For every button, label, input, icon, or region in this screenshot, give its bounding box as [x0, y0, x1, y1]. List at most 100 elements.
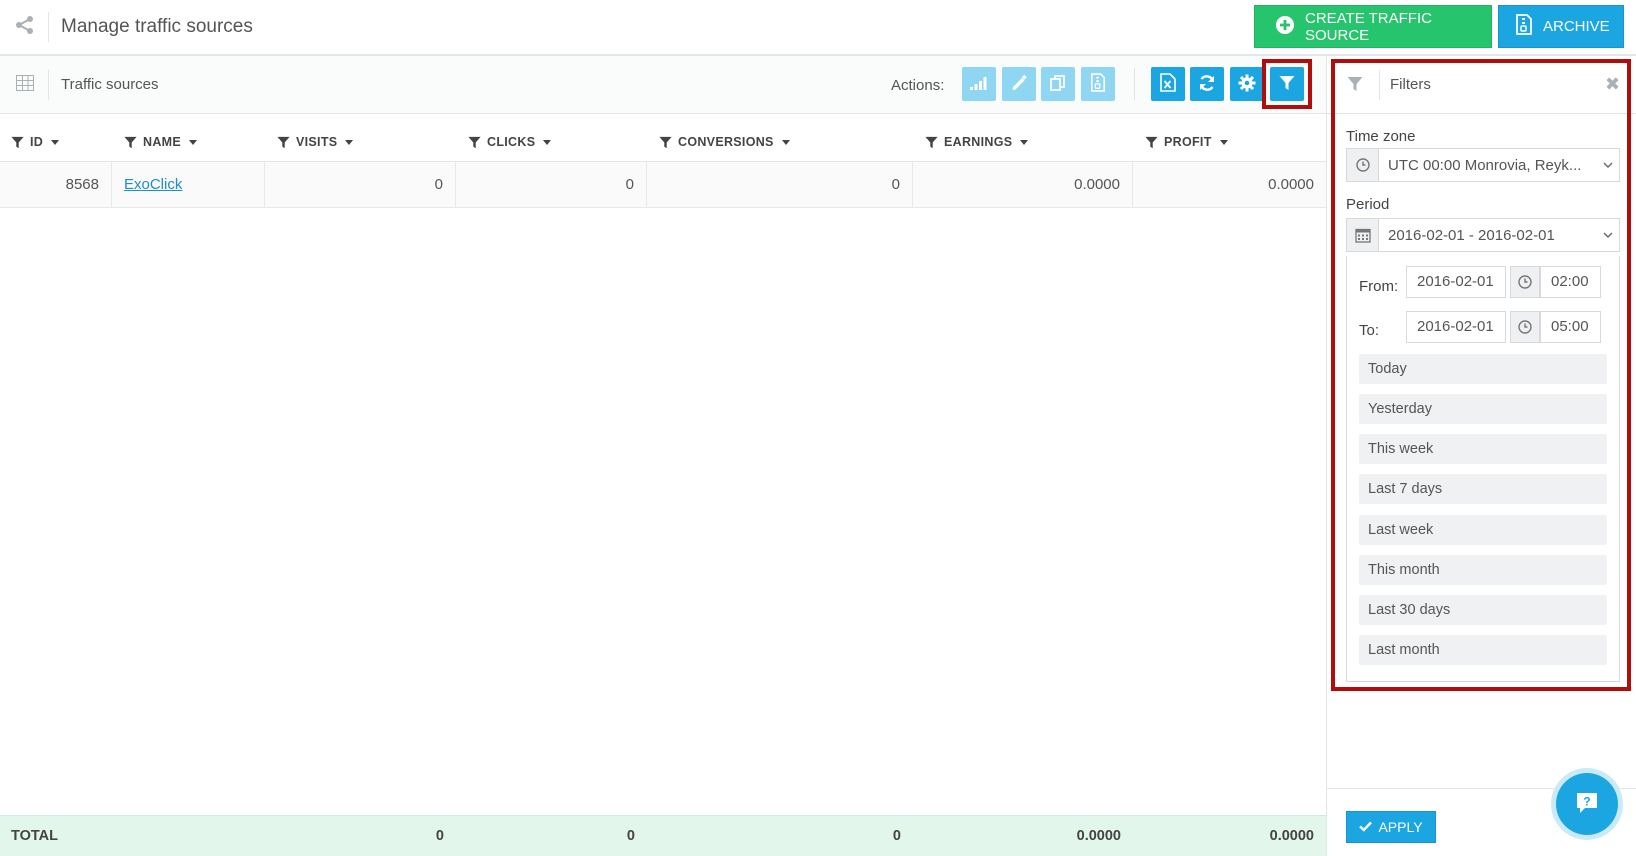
toolbar-title: Traffic sources [61, 76, 159, 93]
funnel-icon [1279, 75, 1295, 94]
cell-clicks: 0 [456, 162, 647, 208]
preset-today[interactable]: Today [1359, 354, 1607, 384]
funnel-icon [1347, 76, 1363, 95]
apply-button[interactable]: APPLY [1346, 811, 1436, 843]
filters-panel-header: Filters ✖ [1327, 56, 1636, 114]
preset-this-month[interactable]: This month [1359, 555, 1607, 585]
to-time-input[interactable]: 05:00 [1540, 311, 1601, 343]
total-row: TOTAL 0 0 0 0.0000 0.0000 [0, 815, 1326, 856]
archive-button[interactable]: ARCHIVE [1498, 5, 1624, 48]
sort-caret-icon [345, 139, 354, 145]
sort-caret-icon [781, 139, 790, 145]
column-header-visits[interactable]: VISITS [277, 135, 354, 149]
timezone-value: UTC 00:00 Monrovia, Reyk... [1388, 156, 1582, 174]
preset-last-week[interactable]: Last week [1359, 515, 1607, 545]
preset-this-week[interactable]: This week [1359, 434, 1607, 464]
column-header-label: CLICKS [487, 135, 536, 149]
column-header-profit[interactable]: PROFIT [1145, 135, 1228, 149]
edit-button[interactable] [1002, 67, 1036, 101]
export-excel-button[interactable] [1151, 67, 1185, 101]
column-header-label: ID [30, 135, 44, 149]
period-select[interactable]: 2016-02-01 - 2016-02-01 [1346, 218, 1620, 252]
from-time-input[interactable]: 02:00 [1540, 266, 1601, 298]
chevron-down-icon [1597, 232, 1619, 238]
period-dropdown: From: 2016-02-01 02:00 To: 2016-02-01 05… [1346, 256, 1620, 682]
filters-panel: Filters ✖ Time zone UTC 00:00 Monrovia, … [1326, 56, 1636, 856]
close-icon[interactable]: ✖ [1605, 74, 1620, 95]
archive-file-icon [1090, 73, 1106, 95]
column-header-name[interactable]: NAME [124, 135, 198, 149]
create-traffic-source-button[interactable]: CREATE TRAFFIC SOURCE [1254, 5, 1492, 48]
cell-visits: 0 [265, 162, 456, 208]
header-divider [48, 12, 49, 42]
total-clicks: 0 [626, 828, 635, 844]
table-row[interactable]: 8568 ExoClick 0 0 0 0.0000 0.0000 [0, 162, 1326, 208]
table-grid-icon [16, 75, 34, 94]
column-header-label: NAME [143, 135, 182, 149]
preset-last-7-days[interactable]: Last 7 days [1359, 474, 1607, 504]
filter-toggle-button[interactable] [1270, 67, 1304, 101]
column-header-clicks[interactable]: CLICKS [468, 135, 552, 149]
top-header: Manage traffic sources CREATE TRAFFIC SO… [0, 0, 1636, 56]
share-icon [14, 14, 36, 36]
cell-name: ExoClick [112, 162, 265, 208]
clock-icon [1347, 149, 1379, 181]
filters-title: Filters [1390, 76, 1431, 93]
signal-bars-icon [969, 75, 989, 94]
calendar-icon [1347, 219, 1379, 251]
toolbar-divider [1134, 68, 1135, 100]
cell-id: 8568 [0, 162, 112, 208]
total-label: TOTAL [11, 828, 58, 844]
table-toolbar: Traffic sources Actions: [0, 56, 1326, 114]
to-label: To: [1359, 322, 1380, 339]
sort-caret-icon [51, 139, 60, 145]
funnel-icon [1145, 136, 1158, 148]
actions-label: Actions: [891, 77, 945, 94]
page-title: Manage traffic sources [61, 16, 253, 37]
refresh-button[interactable] [1190, 67, 1224, 101]
timezone-select[interactable]: UTC 00:00 Monrovia, Reyk... [1346, 148, 1620, 182]
column-header-label: CONVERSIONS [678, 135, 774, 149]
help-chat-icon: ? [1573, 789, 1601, 820]
stats-button[interactable] [962, 67, 996, 101]
clone-button[interactable] [1041, 67, 1075, 101]
preset-last-30-days[interactable]: Last 30 days [1359, 595, 1607, 625]
period-value: 2016-02-01 - 2016-02-01 [1388, 226, 1555, 244]
funnel-icon [659, 136, 672, 148]
funnel-icon [468, 136, 481, 148]
checkmark-icon [1359, 819, 1373, 835]
preset-last-month[interactable]: Last month [1359, 635, 1607, 665]
excel-file-icon [1160, 73, 1176, 95]
settings-button[interactable] [1230, 67, 1264, 101]
sort-caret-icon [189, 139, 198, 145]
total-profit: 0.0000 [1269, 828, 1314, 844]
sort-caret-icon [1219, 139, 1228, 145]
sort-caret-icon [1020, 139, 1029, 145]
copy-icon [1049, 74, 1067, 95]
traffic-source-link[interactable]: ExoClick [124, 176, 182, 193]
create-label: CREATE TRAFFIC SOURCE [1305, 9, 1432, 44]
total-earnings: 0.0000 [1076, 828, 1121, 844]
preset-yesterday[interactable]: Yesterday [1359, 394, 1607, 424]
to-date-input[interactable]: 2016-02-01 [1406, 311, 1506, 343]
cell-conversions: 0 [647, 162, 913, 208]
clock-icon [1510, 266, 1540, 298]
column-header-label: PROFIT [1164, 135, 1212, 149]
funnel-icon [925, 136, 938, 148]
column-header-conversions[interactable]: CONVERSIONS [659, 135, 790, 149]
help-chat-button[interactable]: ? [1556, 773, 1618, 835]
panel-divider [1379, 70, 1380, 100]
archive-row-button[interactable] [1081, 67, 1115, 101]
cell-profit: 0.0000 [1268, 176, 1314, 193]
svg-text:?: ? [1583, 794, 1590, 808]
column-header-id[interactable]: ID [11, 135, 60, 149]
apply-label: APPLY [1378, 819, 1423, 835]
column-header-earnings[interactable]: EARNINGS [925, 135, 1029, 149]
toolbar-divider [48, 70, 49, 100]
total-conversions: 0 [892, 828, 901, 844]
funnel-icon [11, 136, 24, 148]
funnel-icon [277, 136, 290, 148]
from-date-input[interactable]: 2016-02-01 [1406, 266, 1506, 298]
plus-circle-icon [1275, 15, 1295, 39]
column-header-label: VISITS [296, 135, 338, 149]
